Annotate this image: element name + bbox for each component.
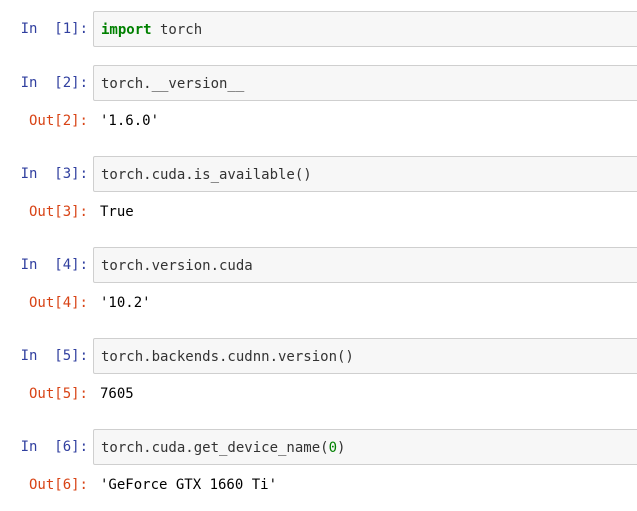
- code-text: torch.__version__: [101, 76, 245, 92]
- out-prompt: Out[4]:: [28, 295, 88, 311]
- code-text: torch.cuda.is_available(): [101, 167, 312, 183]
- code-input[interactable]: torch.version.cuda: [93, 247, 637, 283]
- in-prompt: In [5]:: [20, 348, 88, 364]
- out-prompt: Out[6]:: [28, 477, 88, 493]
- output-text: 7605: [100, 386, 134, 402]
- out-prompt: Out[3]:: [28, 204, 88, 220]
- code-close-paren: ): [337, 440, 346, 456]
- code-input[interactable]: torch.cuda.is_available(): [93, 156, 637, 192]
- code-input[interactable]: torch.__version__: [93, 65, 637, 101]
- output-text: '10.2': [100, 295, 151, 311]
- output-text: '1.6.0': [100, 113, 160, 129]
- out-prompt: Out[5]:: [28, 386, 88, 402]
- in-prompt: In [6]:: [20, 439, 88, 455]
- keyword-import: import: [101, 22, 152, 38]
- code-text: torch.backends.cudnn.version(): [101, 349, 354, 365]
- code-call: torch.cuda.get_device_name(: [101, 440, 329, 456]
- in-prompt: In [1]:: [20, 21, 88, 37]
- code-number: 0: [328, 440, 338, 456]
- output-text: 'GeForce GTX 1660 Ti': [100, 477, 278, 493]
- output-text: True: [100, 204, 134, 220]
- code-input[interactable]: torch.backends.cudnn.version(): [93, 338, 637, 374]
- in-prompt: In [4]:: [20, 257, 88, 273]
- in-prompt: In [2]:: [20, 75, 88, 91]
- in-prompt: In [3]:: [20, 166, 88, 182]
- code-input[interactable]: torch.cuda.get_device_name(0): [93, 429, 637, 465]
- out-prompt: Out[2]:: [28, 113, 88, 129]
- code-rest: torch: [151, 22, 203, 38]
- code-input[interactable]: import torch: [93, 11, 637, 47]
- code-text: torch.cuda.get_device_name(0): [101, 438, 345, 458]
- notebook: In [1]: import torch In [2]: torch.__ver…: [0, 0, 637, 511]
- code-text: torch.version.cuda: [101, 258, 253, 274]
- code-text: import torch: [101, 20, 202, 40]
